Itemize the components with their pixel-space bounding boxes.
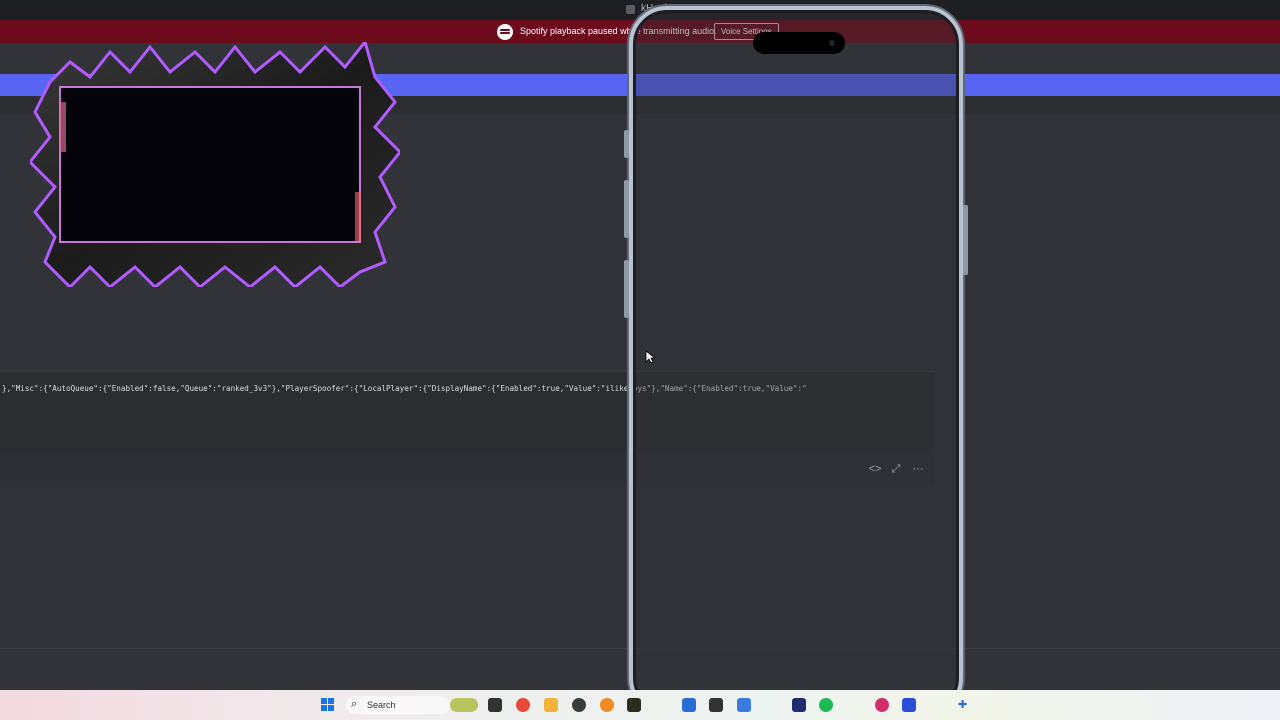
phone-frame-overlay <box>624 6 968 716</box>
app-icon[interactable] <box>600 698 614 712</box>
app-icon[interactable] <box>737 698 751 712</box>
volume-up-button <box>624 180 629 238</box>
power-button <box>963 205 968 275</box>
spotify-icon <box>497 24 513 40</box>
taskbar-search[interactable]: ⌕ Search <box>346 696 450 714</box>
file-icon[interactable] <box>488 698 502 712</box>
profile-banner-frame <box>30 42 400 287</box>
camera-icon <box>829 40 835 46</box>
spotify-icon[interactable] <box>819 698 833 712</box>
banner-screen <box>59 86 361 243</box>
app-icon[interactable] <box>902 698 916 712</box>
app-icon[interactable] <box>709 698 723 712</box>
app-icon[interactable] <box>627 698 641 712</box>
windows-taskbar: ⌕ Search ✚ <box>0 690 1280 720</box>
search-icon: ⌕ <box>351 698 358 710</box>
app-icon[interactable] <box>875 698 889 712</box>
explorer-icon[interactable] <box>544 698 558 712</box>
mouse-cursor-icon <box>645 350 655 364</box>
tray-icon[interactable]: ✚ <box>958 698 967 711</box>
volume-down-button <box>624 260 629 318</box>
mute-switch <box>624 130 629 158</box>
app-icon[interactable] <box>792 698 806 712</box>
widgets-icon[interactable] <box>450 698 478 712</box>
glow-left <box>60 102 66 152</box>
app-icon[interactable] <box>572 698 586 712</box>
start-icon[interactable] <box>321 698 335 712</box>
search-label: Search <box>367 700 396 710</box>
chrome-icon[interactable] <box>516 698 530 712</box>
glow-right <box>355 192 361 242</box>
app-icon[interactable] <box>682 698 696 712</box>
app-icon <box>626 5 635 14</box>
